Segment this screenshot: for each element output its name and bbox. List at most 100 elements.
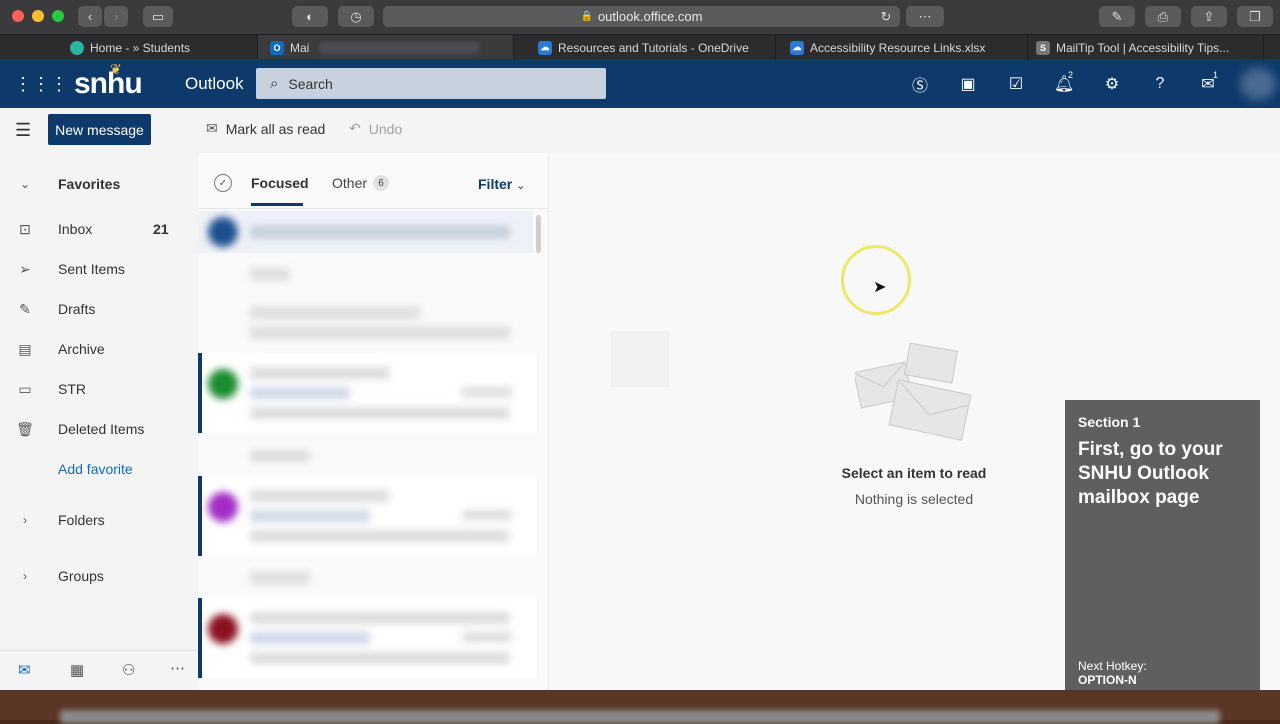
people-icon[interactable]: ⚇ bbox=[122, 661, 135, 679]
instruction-text: First, go to your SNHU Outlook mailbox p… bbox=[1078, 439, 1223, 508]
notification-badge: 2 bbox=[1068, 70, 1074, 80]
blurred-group-header bbox=[250, 450, 310, 462]
blurred-group-header bbox=[250, 268, 290, 280]
blurred-text bbox=[250, 327, 510, 339]
list-item[interactable] bbox=[198, 353, 537, 433]
gear-icon[interactable]: ⚙ bbox=[1100, 74, 1124, 94]
forward-icon[interactable]: › bbox=[104, 6, 128, 27]
print-icon[interactable]: ⎙ bbox=[1145, 6, 1181, 27]
sidebar-item-drafts[interactable]: ✎ Drafts bbox=[0, 289, 198, 329]
share-icon[interactable]: ⇪ bbox=[1191, 6, 1227, 27]
search-input[interactable]: ⌕ Search bbox=[256, 68, 606, 99]
app-name[interactable]: Outlook bbox=[185, 74, 244, 94]
undo-button[interactable]: ↶ Undo bbox=[349, 120, 402, 137]
tab-accessibility-xlsx[interactable]: ☁ Accessibility Resource Links.xlsx bbox=[778, 35, 1028, 60]
section-label: Section 1 bbox=[1078, 414, 1141, 430]
filter-label: Filter bbox=[478, 176, 513, 192]
sidebar-item-inbox[interactable]: ⊡ Inbox 21 bbox=[0, 209, 198, 249]
chevron-down-icon: ⌄ bbox=[516, 180, 526, 192]
cursor-icon: ➤ bbox=[873, 279, 887, 296]
more-icon[interactable]: ⋯ bbox=[170, 659, 185, 677]
avatar bbox=[208, 369, 238, 399]
list-item[interactable] bbox=[198, 476, 537, 556]
favorites-header[interactable]: ⌄ Favorites bbox=[0, 164, 198, 204]
blurred-text bbox=[250, 407, 510, 419]
shield-icon[interactable]: ◐ bbox=[292, 6, 328, 27]
back-icon[interactable]: ‹ bbox=[78, 6, 102, 27]
mail-icon[interactable]: ✉ bbox=[18, 661, 31, 679]
hamburger-icon[interactable]: ☰ bbox=[15, 120, 31, 141]
feedback-badge: 1 bbox=[1213, 70, 1219, 80]
blurred-text bbox=[462, 510, 512, 520]
calendar-icon[interactable]: ▦ bbox=[70, 661, 84, 679]
envelopes-icon bbox=[855, 342, 972, 441]
avatar[interactable] bbox=[1240, 68, 1276, 100]
tab-other[interactable]: Other 6 bbox=[332, 175, 390, 191]
minimize-window-button[interactable] bbox=[32, 10, 44, 22]
dock bbox=[0, 690, 1280, 724]
focused-underline bbox=[251, 203, 303, 206]
sidebar-icon[interactable]: ▭ bbox=[143, 6, 173, 27]
my-day-icon[interactable]: ☑ bbox=[1004, 74, 1028, 94]
zoom-window-button[interactable] bbox=[52, 10, 64, 22]
teams-icon[interactable]: ▣ bbox=[956, 74, 980, 94]
folders-label: Folders bbox=[58, 512, 105, 528]
skype-icon[interactable]: Ⓢ bbox=[908, 74, 932, 95]
list-item[interactable] bbox=[198, 293, 533, 353]
grid-icon[interactable]: ⋯ bbox=[906, 6, 944, 27]
tab-outlook[interactable]: O Mai bbox=[258, 35, 514, 60]
list-item[interactable] bbox=[198, 211, 533, 253]
sidebar-item-deleted[interactable]: 🗑︎ Deleted Items bbox=[0, 409, 198, 449]
sidebar-item-sent[interactable]: ➢ Sent Items bbox=[0, 249, 198, 289]
tab-onedrive[interactable]: ☁ Resources and Tutorials - OneDrive bbox=[526, 35, 776, 60]
sidebar-item-str[interactable]: ▭ STR bbox=[0, 369, 198, 409]
snhu-logo[interactable]: snhu bbox=[74, 67, 143, 101]
outlook-header: ⋮⋮⋮ snhu ❦ Outlook bbox=[0, 59, 1280, 108]
empty-state-subtitle: Nothing is selected bbox=[854, 491, 974, 507]
tab-mailtip[interactable]: S MailTip Tool | Accessibility Tips... bbox=[1024, 35, 1264, 60]
sidebar-item-archive[interactable]: ▤ Archive bbox=[0, 329, 198, 369]
archive-label: Archive bbox=[58, 341, 105, 357]
groups-label: Groups bbox=[58, 568, 104, 584]
close-window-button[interactable] bbox=[12, 10, 24, 22]
blurred-text bbox=[250, 387, 350, 399]
filter-button[interactable]: Filter ⌄ bbox=[478, 176, 525, 192]
empty-state-title: Select an item to read bbox=[841, 465, 987, 481]
deleted-label: Deleted Items bbox=[58, 421, 145, 437]
list-item[interactable] bbox=[198, 598, 537, 678]
select-all-checkbox[interactable]: ✓ bbox=[214, 174, 232, 192]
help-icon[interactable]: ? bbox=[1148, 74, 1172, 94]
module-switcher: ✉ ▦ ⚇ ⋯ bbox=[0, 650, 198, 691]
pencil-icon: ✎ bbox=[19, 300, 31, 317]
avatar bbox=[208, 614, 238, 644]
new-message-button[interactable]: New message bbox=[48, 114, 151, 145]
blurred-text bbox=[250, 612, 510, 624]
history-icon[interactable]: ◷ bbox=[338, 6, 374, 27]
reload-icon[interactable]: ↻ bbox=[876, 6, 896, 27]
app-launcher-icon[interactable]: ⋮⋮⋮ bbox=[14, 74, 68, 95]
tab-bar: Home - » Students O Mai ☁ Resources and … bbox=[0, 34, 1280, 60]
tabs-overview-icon[interactable]: ❐ bbox=[1237, 6, 1273, 27]
folders-header[interactable]: › Folders bbox=[0, 500, 198, 540]
onedrive-icon: ☁ bbox=[538, 40, 552, 55]
groups-header[interactable]: › Groups bbox=[0, 556, 198, 596]
chevron-right-icon: › bbox=[23, 569, 27, 583]
inbox-icon: ⊡ bbox=[19, 220, 31, 237]
tab-focused[interactable]: Focused bbox=[251, 175, 309, 191]
send-icon: ➢ bbox=[19, 260, 31, 277]
blurred-text bbox=[250, 225, 510, 239]
tab-label: MailTip Tool | Accessibility Tips... bbox=[1056, 40, 1230, 55]
command-bar: ☰ bbox=[0, 108, 1280, 153]
dock-apps[interactable] bbox=[60, 710, 1220, 724]
scrollbar-thumb[interactable] bbox=[536, 215, 541, 253]
tab-students[interactable]: Home - » Students bbox=[58, 35, 258, 60]
url-text: outlook.office.com bbox=[597, 9, 703, 24]
tab-label: Accessibility Resource Links.xlsx bbox=[810, 40, 986, 55]
address-bar[interactable]: 🔒 outlook.office.com bbox=[383, 6, 900, 27]
annotate-icon[interactable]: ✎ bbox=[1099, 6, 1135, 27]
add-favorite-link[interactable]: Add favorite bbox=[0, 449, 198, 489]
mark-all-read-button[interactable]: ✉ Mark all as read bbox=[206, 120, 325, 137]
tab-label: Mai bbox=[290, 40, 310, 55]
favorites-label: Favorites bbox=[58, 176, 121, 192]
blurred-text bbox=[250, 632, 370, 644]
